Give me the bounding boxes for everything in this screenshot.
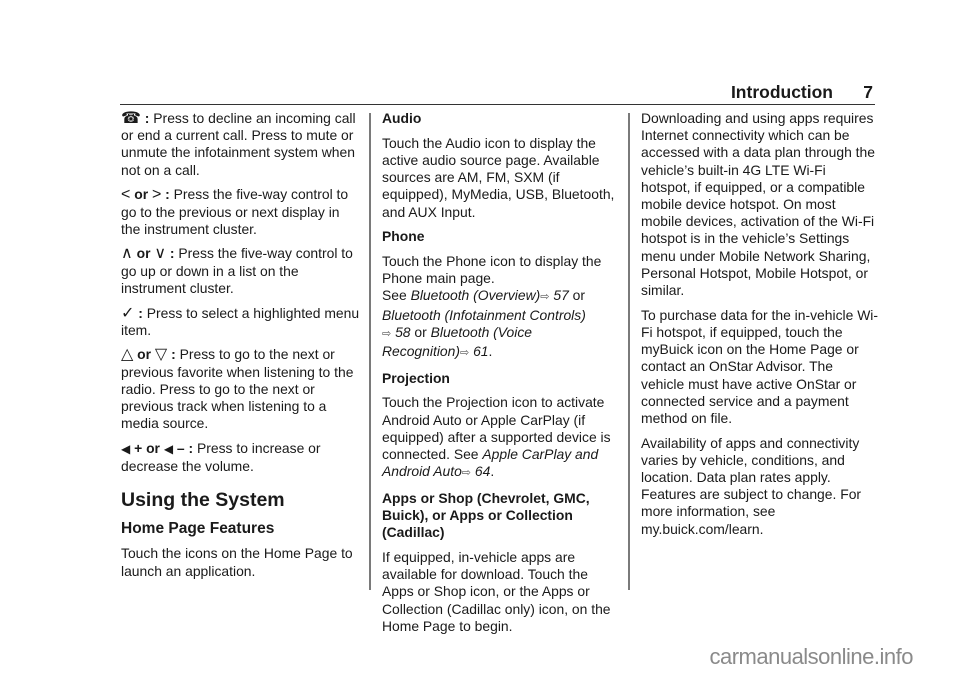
projection-text: Touch the Projection icon to activate An… <box>382 394 611 480</box>
paragraph: To purchase data for the in-vehicle Wi-F… <box>641 306 879 426</box>
control-description: < or > : Press the five-way control to g… <box>121 186 349 237</box>
paragraph: Touch the icons on the Home Page to laun… <box>121 545 353 579</box>
phone-text: Touch the Phone icon to display the Phon… <box>382 252 602 359</box>
page-reference[interactable]: 61 <box>469 343 488 359</box>
apps-text: If equipped, in-vehicle apps are availab… <box>382 548 611 634</box>
control-description: ☎ : Press to decline an incoming call or… <box>121 110 356 178</box>
audio-text: Touch the Audio icon to display the acti… <box>382 134 615 220</box>
audio-heading: Audio <box>382 110 422 126</box>
chevron-up-icon: ∧ <box>121 245 133 263</box>
page-reference[interactable]: 57 <box>550 287 568 303</box>
cross-reference-link[interactable]: Bluetooth (Infotainment Controls) <box>382 307 586 323</box>
volume-down-icon: ◀ <box>163 441 174 456</box>
control-description: ✓ : Press to select a highlighted menu i… <box>121 304 360 338</box>
watermark: carmanualsonline.info <box>709 644 913 669</box>
column-divider <box>369 113 371 590</box>
page-arrow-icon: ⇨ <box>382 327 392 340</box>
projection-heading: Projection <box>382 369 450 386</box>
page-reference[interactable]: 58 <box>391 324 410 340</box>
paragraph: Availability of apps and connectivity va… <box>641 434 862 537</box>
control-description: ◀ + or ◀ – : Press to increase or decrea… <box>121 439 321 475</box>
column-divider <box>628 113 630 590</box>
page-arrow-icon: ⇨ <box>460 346 470 359</box>
cross-reference-link[interactable]: Bluetooth (Overview) <box>411 287 541 303</box>
column-1: ☎ : Press to decline an incoming call or… <box>121 110 361 587</box>
section-heading: Using the System <box>121 489 285 512</box>
chevron-right-icon: > <box>151 186 162 204</box>
phone-heading: Phone <box>382 228 425 245</box>
chevron-down-icon: ∨ <box>154 245 167 263</box>
page-reference[interactable]: 64 <box>471 463 490 479</box>
end-call-icon: ☎ <box>121 110 141 127</box>
apps-heading: Apps or Shop (Chevrolet, GMC, Buick), or… <box>382 489 590 541</box>
control-description: ∧ or ∨ : Press the five-way control to g… <box>121 245 353 296</box>
section-header-title: Introduction <box>730 82 833 102</box>
page-arrow-icon: ⇨ <box>461 467 472 480</box>
chevron-left-icon: < <box>121 186 131 204</box>
column-2: Audio Touch the Audio icon to display th… <box>382 110 622 642</box>
control-description: △ or ▽ : Press to go to the next or prev… <box>121 346 354 432</box>
page-header: Introduction 7 <box>120 80 875 105</box>
checkmark-icon: ✓ <box>121 304 135 322</box>
volume-up-icon: ◀ <box>121 441 131 456</box>
page-arrow-icon: ⇨ <box>540 291 550 304</box>
previous-favorite-icon: ▽ <box>154 346 168 364</box>
page-number: 7 <box>863 82 873 102</box>
next-favorite-icon: △ <box>121 346 134 364</box>
column-3: Downloading and using apps requires Inte… <box>641 110 879 545</box>
paragraph: Downloading and using apps requires Inte… <box>641 110 875 299</box>
subsection-heading: Home Page Features <box>121 520 275 538</box>
